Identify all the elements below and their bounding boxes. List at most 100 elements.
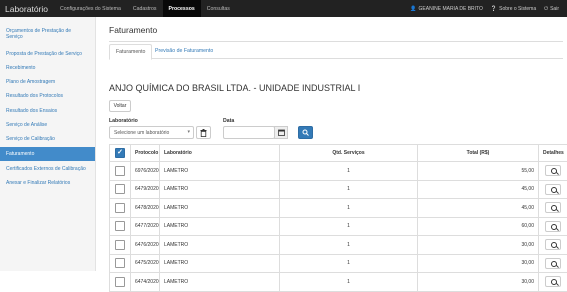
sidebar-item-proposta[interactable]: Proposta de Prestação de Serviço: [0, 51, 95, 57]
cell-laboratorio: LAMETRO: [160, 180, 280, 199]
cell-laboratorio: LAMETRO: [160, 162, 280, 181]
sidebar-item-anexar-relatorios[interactable]: Anexar e Finalizar Relatórios: [0, 180, 95, 186]
table-header-row: ✓ Protocolo Laboratório Qtd. Serviços To…: [110, 145, 567, 162]
cell-total: 30,00: [418, 236, 539, 255]
search-icon: [551, 224, 557, 230]
cell-qtd: 1: [280, 273, 418, 292]
about-label: Sobre o Sistema: [499, 6, 536, 12]
user-menu[interactable]: 👤 GEANINE MARIA DE BRITO: [406, 6, 487, 12]
about-link[interactable]: ❔ Sobre o Sistema: [487, 6, 540, 12]
cell-total: 45,00: [418, 180, 539, 199]
row-checkbox[interactable]: [115, 240, 125, 250]
sidebar-item-plano-amostragem[interactable]: Plano de Amostragem: [0, 79, 95, 85]
company-name: ANJO QUÍMICA DO BRASIL LTDA. - UNIDADE I…: [109, 83, 360, 93]
cell-total: 45,00: [418, 199, 539, 218]
search-icon: [551, 205, 557, 211]
back-button[interactable]: Voltar: [109, 100, 131, 112]
cell-protocolo: 6476/2020: [131, 236, 160, 255]
col-total: Total (R$): [418, 145, 539, 162]
cell-laboratorio: LAMETRO: [160, 217, 280, 236]
cell-laboratorio: LAMETRO: [160, 236, 280, 255]
col-detalhes: Detalhes: [539, 145, 567, 162]
exit-label: Sair: [550, 6, 559, 12]
col-laboratorio: Laboratório: [160, 145, 280, 162]
search-icon: [302, 129, 309, 136]
sidebar-item-resultado-ensaios[interactable]: Resultado dos Ensaios: [0, 108, 95, 114]
check-icon: ✓: [117, 149, 123, 156]
exit-link[interactable]: ⏻ Sair: [540, 6, 563, 12]
lab-select-placeholder: Selecione um laboratório: [114, 130, 169, 136]
cell-protocolo: 6475/2020: [131, 254, 160, 273]
clear-lab-button[interactable]: [196, 126, 211, 139]
row-checkbox[interactable]: [115, 258, 125, 268]
user-nav: 👤 GEANINE MARIA DE BRITO ❔ Sobre o Siste…: [406, 0, 563, 17]
search-button[interactable]: [298, 126, 313, 139]
cell-protocolo: 6479/2020: [131, 180, 160, 199]
cell-qtd: 1: [280, 236, 418, 255]
nav-cadastros[interactable]: Cadastros: [127, 0, 163, 17]
trash-icon: [200, 129, 207, 137]
tab-faturamento[interactable]: Faturamento: [109, 44, 152, 60]
question-circle-icon: ❔: [491, 6, 497, 12]
nav-processos[interactable]: Processos: [163, 0, 201, 17]
cell-qtd: 1: [280, 199, 418, 218]
col-qtd-servicos: Qtd. Serviços: [280, 145, 418, 162]
details-button[interactable]: [545, 239, 561, 250]
row-checkbox[interactable]: [115, 277, 125, 287]
power-icon: ⏻: [544, 6, 548, 12]
row-checkbox[interactable]: [115, 221, 125, 231]
calendar-button[interactable]: [274, 126, 288, 139]
details-button[interactable]: [545, 221, 561, 232]
sidebar-item-certificados[interactable]: Certificados Externos de Calibração: [0, 166, 95, 172]
cell-protocolo: 6474/2020: [131, 273, 160, 292]
row-checkbox[interactable]: [115, 184, 125, 194]
table-row: 6474/2020 LAMETRO 1 30,00: [110, 273, 567, 292]
sidebar-item-resultado-protocolos[interactable]: Resultado dos Protocolos: [0, 93, 95, 99]
cell-qtd: 1: [280, 254, 418, 273]
table-row: 6479/2020 LAMETRO 1 45,00: [110, 180, 567, 199]
cell-qtd: 1: [280, 162, 418, 181]
nav-consultas[interactable]: Consultas: [201, 0, 236, 17]
sidebar-item-recebimento[interactable]: Recebimento: [0, 65, 95, 71]
table-row: 6475/2020 LAMETRO 1 30,00: [110, 254, 567, 273]
chevron-down-icon: ▾: [187, 129, 190, 135]
row-checkbox[interactable]: [115, 203, 125, 213]
lab-select[interactable]: Selecione um laboratório ▾: [109, 126, 194, 139]
sidebar-item-orcamentos[interactable]: Orçamentos de Prestação de Serviço: [0, 28, 95, 40]
details-button[interactable]: [545, 165, 561, 176]
search-icon: [551, 279, 557, 285]
user-icon: 👤: [410, 6, 416, 12]
cell-laboratorio: LAMETRO: [160, 254, 280, 273]
sidebar-item-faturamento[interactable]: Faturamento: [0, 147, 95, 161]
details-button[interactable]: [545, 202, 561, 213]
cell-protocolo: 6976/2020: [131, 162, 160, 181]
cell-protocolo: 6477/2020: [131, 217, 160, 236]
select-all-checkbox[interactable]: ✓: [115, 148, 125, 158]
date-input[interactable]: [223, 126, 275, 139]
sidebar-item-servico-calibracao[interactable]: Serviço de Calibração: [0, 136, 95, 142]
sidebar-item-servico-analise[interactable]: Serviço de Análise: [0, 122, 95, 128]
tab-previsao-faturamento[interactable]: Previsão de Faturamento: [149, 44, 219, 58]
search-icon: [551, 168, 557, 174]
col-protocolo: Protocolo: [131, 145, 160, 162]
cell-total: 55,00: [418, 162, 539, 181]
select-all-cell: ✓: [110, 145, 131, 162]
sidebar: Orçamentos de Prestação de Serviço Propo…: [0, 17, 96, 271]
calendar-icon: [278, 129, 285, 136]
details-button[interactable]: [545, 184, 561, 195]
details-button[interactable]: [545, 258, 561, 269]
page-title: Faturamento: [109, 25, 157, 35]
table-row: 6477/2020 LAMETRO 1 60,00: [110, 217, 567, 236]
cell-laboratorio: LAMETRO: [160, 199, 280, 218]
app-brand[interactable]: Laboratório: [0, 4, 54, 14]
cell-protocolo: 6478/2020: [131, 199, 160, 218]
nav-configuracoes[interactable]: Configurações do Sistema: [54, 0, 127, 17]
table-row: 6478/2020 LAMETRO 1 45,00: [110, 199, 567, 218]
table-row: 6976/2020 LAMETRO 1 55,00: [110, 162, 567, 181]
cell-qtd: 1: [280, 217, 418, 236]
date-label: Data: [223, 118, 234, 124]
tabs: Faturamento Previsão de Faturamento: [109, 44, 563, 59]
cell-total: 30,00: [418, 273, 539, 292]
details-button[interactable]: [545, 276, 561, 287]
row-checkbox[interactable]: [115, 166, 125, 176]
